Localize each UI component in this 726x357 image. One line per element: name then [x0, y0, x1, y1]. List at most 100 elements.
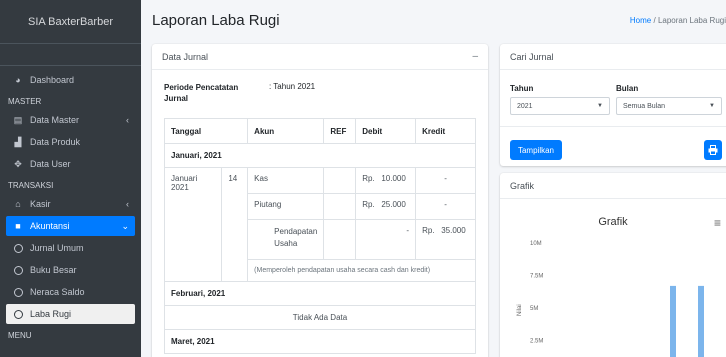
table-row: Januari 2021 14 Kas Rp. 10.000 - [163, 167, 476, 282]
sidebar: SIA BaxterBarber ◕ Dashboard MASTER ▤ Data M… [0, 0, 141, 357]
bar-chart: 10M 7.5M 5M 2.5M Nilai [517, 241, 704, 357]
col-debit: Debit [355, 118, 417, 144]
month-row: Maret, 2021 [164, 329, 476, 354]
empty-message: Tidak Ada Data [164, 305, 476, 330]
brand-link[interactable]: SIA BaxterBarber [0, 0, 141, 44]
sidebar-item-label: Kasir [30, 199, 51, 209]
sidebar-item-label: Dashboard [30, 75, 75, 85]
month-row: Februari, 2021 [164, 281, 476, 306]
periode-value: : Tahun 2021 [269, 82, 316, 91]
sidebar-item-kasir[interactable]: ⌂ Kasir ‹ [6, 194, 135, 214]
grafik-card: Grafik – Grafik ≡ 10M7.5M5M2.5MNilai [500, 173, 726, 357]
circle-icon [12, 265, 24, 275]
debit-cell: Rp. 10.000 [355, 167, 417, 194]
breadcrumb-separator: / [653, 16, 656, 25]
bulan-select[interactable]: Semua Bulan ▼ [616, 97, 722, 115]
month-februari: Februari, 2021 [164, 281, 476, 306]
chevron-down-icon: ▼ [597, 103, 603, 109]
tampilkan-button[interactable]: Tampilkan [510, 140, 562, 160]
table-header-row: Tanggal Akun REF Debit Kredit [163, 118, 476, 144]
circle-icon [12, 309, 24, 319]
dashboard-icon: ◕ [15, 75, 21, 85]
sidebar-item-buku-besar[interactable]: Buku Besar [6, 260, 135, 280]
collapse-button[interactable]: – [472, 51, 478, 62]
sidebar-item-label: Laba Rugi [30, 309, 72, 319]
entry-day: 14 [221, 167, 249, 282]
chevron-down-icon: ▼ [709, 103, 715, 109]
data-jurnal-title: Data Jurnal [162, 51, 209, 62]
sidebar-item-dashboard[interactable]: ◕ Dashboard [6, 70, 135, 90]
jurnal-table: Tanggal Akun REF Debit Kredit Januari, 2… [163, 118, 476, 354]
sidebar-item-label: Neraca Saldo [30, 287, 85, 297]
sidebar-nav: ◕ Dashboard MASTER ▤ Data Master ‹ ▟ Data Produ… [0, 66, 141, 344]
y-tick-label: 7.5M [530, 274, 543, 280]
sidebar-item-label: Jurnal Umum [30, 243, 84, 253]
ref-cell [323, 167, 357, 194]
sidebar-item-data-master[interactable]: ▤ Data Master ‹ [6, 110, 135, 130]
entry-date: Januari 2021 [163, 167, 223, 282]
chevron-down-icon: ⌄ [121, 220, 129, 231]
tahun-select[interactable]: 2021 ▼ [510, 97, 610, 115]
chevron-left-icon: ‹ [126, 115, 129, 125]
sidebar-item-jurnal-umum[interactable]: Jurnal Umum [6, 238, 135, 258]
chart-bar[interactable] [670, 285, 676, 357]
sidebar-item-label: Data Produk [30, 137, 81, 147]
nav-header-master: MASTER [8, 96, 42, 106]
sidebar-item-data-produk[interactable]: ▟ Data Produk [6, 132, 135, 152]
card-divider [500, 126, 726, 127]
sidebar-item-neraca-saldo[interactable]: Neraca Saldo [6, 282, 135, 302]
sidebar-item-data-user[interactable]: ✥ Data User [6, 154, 135, 174]
col-kredit: Kredit [415, 118, 476, 144]
sidebar-item-akuntansi[interactable]: ■ Akuntansi ⌄ [6, 216, 135, 236]
page-title: Laporan Laba Rugi [152, 12, 280, 29]
bulan-label: Bulan [616, 84, 639, 93]
sidebar-user-panel [0, 44, 141, 66]
table-icon: ▤ [13, 114, 23, 125]
col-tanggal: Tanggal [163, 118, 249, 144]
y-tick-label: 10M [530, 241, 542, 247]
cari-jurnal-card: Cari Jurnal – Tahun 2021 ▼ Bulan Semua B… [500, 44, 726, 166]
breadcrumb-current: Laporan Laba Rugi [657, 16, 726, 25]
nav-header-menu: MENU [8, 330, 32, 340]
circle-icon [12, 243, 24, 253]
bank-icon: ⌂ [15, 199, 21, 209]
boxes-icon: ▟ [14, 136, 22, 147]
print-button[interactable] [704, 140, 722, 160]
book-icon: ■ [15, 221, 21, 231]
users-icon: ✥ [14, 158, 22, 169]
data-jurnal-card: Data Jurnal – Periode Pencatatan Jurnal … [152, 44, 488, 357]
cari-jurnal-header: Cari Jurnal – [500, 44, 726, 70]
print-icon [708, 145, 718, 155]
akun-cell: Pendapatan Usaha [247, 219, 325, 260]
y-tick-label: 2.5M [530, 339, 543, 345]
tahun-label: Tahun [510, 84, 534, 93]
data-jurnal-header: Data Jurnal – [152, 44, 488, 70]
month-maret: Maret, 2021 [164, 329, 476, 354]
nav-header-transaksi: TRANSAKSI [8, 180, 54, 190]
tahun-select-value: 2021 [517, 102, 533, 110]
col-ref: REF [323, 118, 357, 144]
y-axis-label: Nilai [517, 304, 523, 316]
breadcrumb-home[interactable]: Home [630, 16, 651, 25]
debit-cell: Rp. 25.000 [355, 193, 417, 220]
table-row: Tidak Ada Data [164, 305, 476, 330]
chevron-left-icon: ‹ [126, 199, 129, 209]
ref-cell [323, 193, 357, 220]
month-januari: Januari, 2021 [164, 143, 476, 168]
kredit-cell: - [415, 167, 476, 194]
circle-icon [12, 287, 24, 297]
brand-name: SIA BaxterBarber [28, 15, 113, 28]
sidebar-item-label: Data Master [30, 115, 80, 125]
ref-cell [323, 219, 357, 260]
sidebar-item-laba-rugi[interactable]: Laba Rugi [6, 304, 135, 324]
y-tick-label: 5M [530, 306, 538, 312]
bulan-select-value: Semua Bulan [623, 102, 666, 110]
sidebar-item-label: Data User [30, 159, 71, 169]
akun-cell: Kas [247, 167, 325, 194]
chart-bar[interactable] [698, 285, 704, 357]
breadcrumb: Home / Laporan Laba Rugi [630, 16, 726, 25]
kredit-cell: Rp. 35.000 [415, 219, 476, 260]
kredit-cell: - [415, 193, 476, 220]
entry-note: (Memperoleh pendapatan usaha secara cash… [247, 259, 476, 282]
sidebar-item-label: Akuntansi [30, 221, 70, 231]
